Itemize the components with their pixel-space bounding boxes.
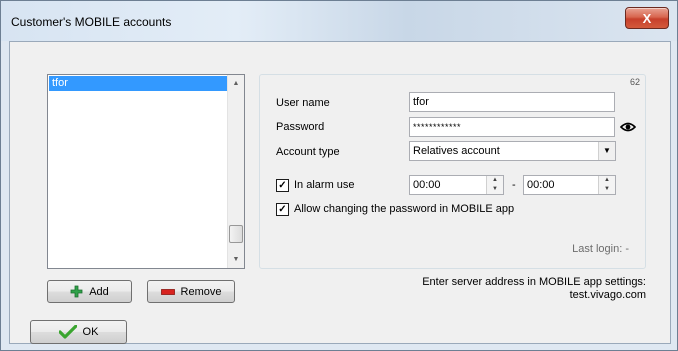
allow-change-password-checkbox[interactable]: ✓ [276,203,289,216]
alarm-to-time[interactable]: 00:00 ▲ ▼ [523,175,616,195]
add-button[interactable]: Add [47,280,132,303]
scroll-up-icon[interactable]: ▲ [228,75,244,92]
scroll-down-icon[interactable]: ▼ [228,251,244,268]
password-input[interactable]: ************ [409,117,615,137]
account-type-select[interactable]: Relatives account ▼ [409,141,616,161]
alarm-use-label: In alarm use [294,179,355,191]
password-label: Password [276,121,325,133]
account-type-value: Relatives account [413,145,500,157]
ok-button[interactable]: OK [30,320,127,344]
alarm-from-time[interactable]: 00:00 ▲ ▼ [409,175,504,195]
remove-button-label: Remove [180,285,222,298]
username-input[interactable]: tfor [409,92,615,112]
server-info-instructions: Enter server address in MOBILE app setti… [422,276,646,288]
ok-button-label: OK [82,326,99,338]
window-title: Customer's MOBILE accounts [11,15,172,29]
server-info: Enter server address in MOBILE app setti… [422,276,646,302]
eye-icon[interactable] [620,121,636,133]
account-id-badge: 62 [629,77,640,87]
username-label: User name [276,97,330,109]
alarm-use-checkbox[interactable]: ✓ [276,179,289,192]
chevron-down-icon[interactable]: ▼ [598,142,615,160]
close-icon: X [642,10,652,26]
scroll-thumb[interactable] [229,225,243,243]
plus-icon [70,285,83,298]
time-range-separator: - [512,179,516,191]
list-item[interactable]: tfor [49,76,227,91]
spin-updown-icon[interactable]: ▲ ▼ [486,176,503,194]
dialog-window: Customer's MOBILE accounts X tfor ▲ ▼ Ad… [0,0,678,351]
alarm-to-value: 00:00 [527,179,555,191]
spin-updown-icon[interactable]: ▲ ▼ [598,176,615,194]
last-login-text: Last login: - [572,243,629,255]
allow-change-password-label: Allow changing the password in MOBILE ap… [294,203,515,215]
title-bar[interactable]: Customer's MOBILE accounts X [1,1,677,41]
minus-icon [160,288,175,295]
server-address: test.vivago.com [569,289,646,301]
account-details-panel: 62 User name tfor Password ************ … [259,74,646,269]
alarm-from-value: 00:00 [413,179,441,191]
account-type-label: Account type [276,146,340,158]
remove-button[interactable]: Remove [147,280,235,303]
close-button[interactable]: X [625,7,669,29]
accounts-listbox[interactable]: tfor ▲ ▼ [47,74,245,269]
list-scrollbar[interactable]: ▲ ▼ [227,75,244,268]
add-button-label: Add [89,285,109,298]
dialog-client-area: tfor ▲ ▼ Add Remove 62 User name tfor Pa… [9,41,671,344]
checkmark-icon [58,325,77,339]
